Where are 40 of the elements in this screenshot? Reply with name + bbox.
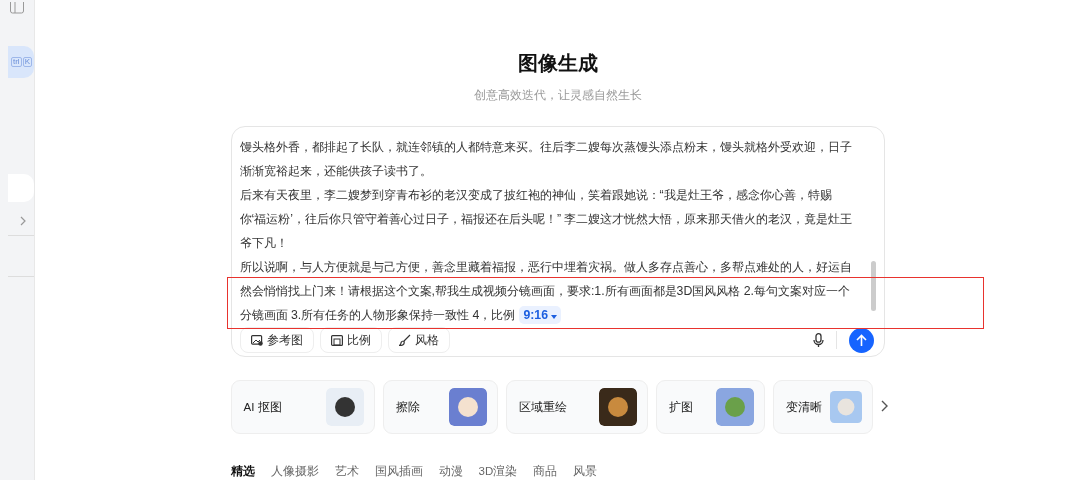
chevron-right-icon[interactable] <box>880 400 888 412</box>
category-tab[interactable]: 商品 <box>533 464 558 479</box>
page-title: 图像生成 <box>517 51 598 76</box>
image-icon <box>250 334 263 346</box>
send-button[interactable] <box>848 327 874 353</box>
tool-button[interactable]: 比例 <box>319 327 382 353</box>
ratio-icon <box>330 334 343 346</box>
category-tab[interactable]: 3D渲染 <box>478 464 518 479</box>
photo-placeholder <box>598 388 637 426</box>
category-tab[interactable]: 人像摄影 <box>270 464 319 479</box>
category-tab[interactable]: 动漫 <box>438 464 463 479</box>
feature-card[interactable]: 区域重绘 <box>505 380 648 434</box>
key-label: K <box>22 57 32 67</box>
feature-card[interactable]: 变清晰 <box>772 380 873 434</box>
tool-button[interactable]: 参考图 <box>239 327 314 353</box>
key-label: trl <box>11 57 22 67</box>
photo-placeholder <box>325 388 364 426</box>
ratio-chip[interactable]: 9:16 <box>519 306 562 324</box>
photo-placeholder <box>715 388 754 426</box>
category-tab[interactable]: 艺术 <box>334 464 359 479</box>
category-tab[interactable]: 精选 <box>230 464 255 479</box>
prompt-paragraph: 所以说啊，与人方便就是与己方便，善念里藏着福报，恶行中埋着灾祸。做人多存点善心，多帮点难处的人，好运自然会悄悄找上门来！请根据这个文案,帮我生成视频分镜画面，要求:1.所有画面都是3D国风风格 2.每句文案对应一个分镜画面 3.所有任务的人物形象保持一致性 4，比例 9:16 <box>239 259 853 326</box>
feature-card[interactable]: 扩图 <box>655 380 765 434</box>
microphone-icon[interactable] <box>812 332 824 348</box>
prompt-paragraph: 后来有天夜里，李二嫂梦到穿青布衫的老汉变成了披红袍的神仙，笑着跟她说：“我是灶王爷，感念你心善，特赐你‘福运粉’，往后你只管守着善心过日子，福报还在后头呢！” 李二嫂这才恍然大悟，原来那天借火的老汉，竟是灶王爷下凡！ <box>239 187 854 252</box>
scrollbar[interactable] <box>870 261 876 311</box>
caret-icon <box>551 315 558 319</box>
brush-icon <box>398 334 411 346</box>
prompt-box[interactable] <box>230 126 885 357</box>
tool-button[interactable]: 风格 <box>387 327 450 353</box>
panel-icon[interactable] <box>10 2 24 14</box>
prompt-paragraph: 馒头格外香，都排起了长队，就连邻镇的人都特意来买。往后李二嫂每次蒸馒头添点粉末，馒头就格外受欢迎，日子渐渐宽裕起来，还能供孩子读书了。 <box>239 139 853 180</box>
feature-card[interactable]: 擦除 <box>382 380 498 434</box>
photo-placeholder <box>448 388 487 426</box>
feature-card[interactable]: AI 抠图 <box>230 380 375 434</box>
category-tab[interactable]: 风景 <box>573 464 598 479</box>
category-tab[interactable]: 国风插画 <box>374 464 423 479</box>
arrow-up-icon <box>855 333 867 347</box>
page-subtitle: 创意高效迭代，让灵感自然生长 <box>473 87 642 104</box>
photo-placeholder <box>829 388 862 426</box>
